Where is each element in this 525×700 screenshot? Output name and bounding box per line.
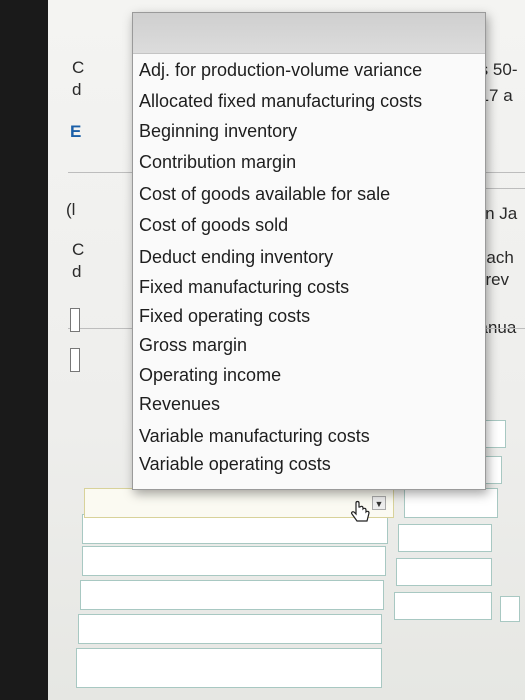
dropdown-option[interactable]: Cost of goods available for sale xyxy=(139,184,390,205)
dropdown-option[interactable]: Variable operating costs xyxy=(139,454,331,475)
dropdown-menu[interactable]: Adj. for production-volume variance Allo… xyxy=(132,12,486,490)
chevron-down-icon[interactable]: ▼ xyxy=(372,496,386,510)
dropdown-option[interactable]: Beginning inventory xyxy=(139,121,297,142)
label-select-3[interactable] xyxy=(82,546,386,576)
label-select-4[interactable] xyxy=(80,580,384,610)
hand-cursor-icon xyxy=(348,500,374,531)
dropdown-option[interactable]: Adj. for production-volume variance xyxy=(139,60,422,81)
label-select-6[interactable] xyxy=(76,648,382,688)
label-select-5[interactable] xyxy=(78,614,382,644)
dropdown-option[interactable]: Contribution margin xyxy=(139,152,296,173)
left-fragment-3: E xyxy=(70,122,82,141)
left-fragment-6: d xyxy=(72,262,82,281)
dropdown-option[interactable]: Gross margin xyxy=(139,335,247,356)
dropdown-option[interactable]: Variable manufacturing costs xyxy=(139,426,370,447)
left-fragment-2: d xyxy=(72,80,82,99)
left-fragment-5: C xyxy=(72,240,85,259)
left-fragment-1: C xyxy=(72,58,85,77)
row-checkbox-2[interactable] xyxy=(70,348,80,372)
dropdown-option[interactable]: Deduct ending inventory xyxy=(139,247,333,268)
left-fragment-4: (l xyxy=(66,200,76,219)
amount-input-6[interactable] xyxy=(394,592,492,620)
dropdown-option[interactable]: Fixed manufacturing costs xyxy=(139,277,349,298)
amount-input-4[interactable] xyxy=(398,524,492,552)
dropdown-header xyxy=(133,13,485,54)
dropdown-option[interactable]: Cost of goods sold xyxy=(139,215,288,236)
dropdown-option[interactable]: Operating income xyxy=(139,365,281,386)
dropdown-option[interactable]: Fixed operating costs xyxy=(139,306,310,327)
amount-input-7[interactable] xyxy=(500,596,520,622)
dropdown-option[interactable]: Allocated fixed manufacturing costs xyxy=(139,91,422,112)
label-select-2[interactable] xyxy=(82,514,388,544)
amount-input-5[interactable] xyxy=(396,558,492,586)
row-checkbox-1[interactable] xyxy=(70,308,80,332)
screen: C d E (l C d d sells 50- ch 2017 a Clear… xyxy=(48,0,525,700)
amount-input-3[interactable] xyxy=(404,488,498,518)
dropdown-option[interactable]: Revenues xyxy=(139,394,220,415)
